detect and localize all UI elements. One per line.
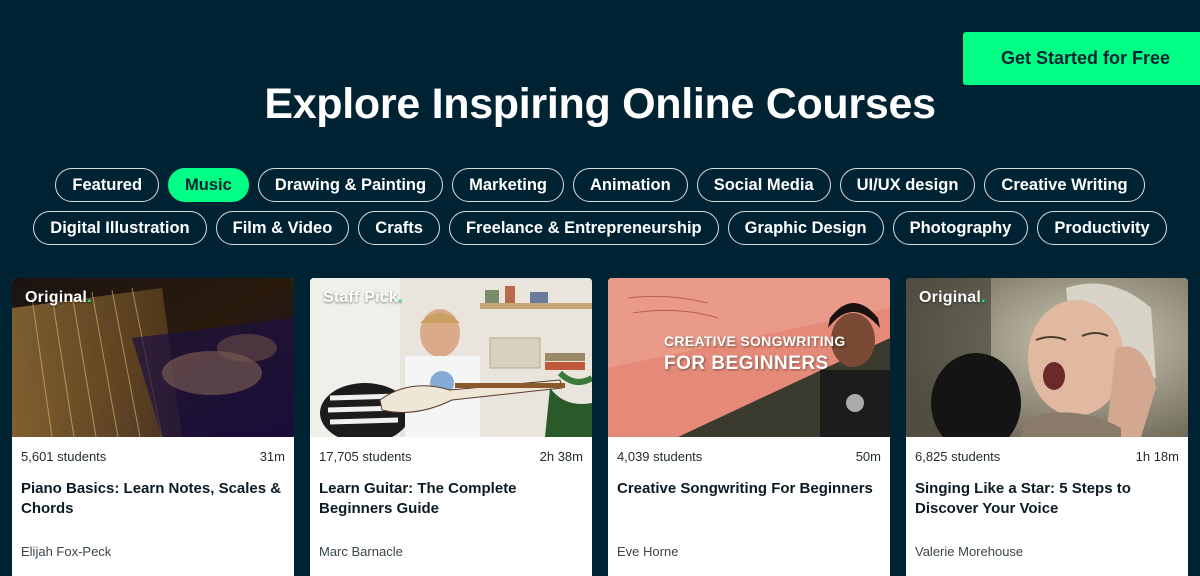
course-card-list: Original. 5,601 students 31m Piano Basic… (12, 278, 1188, 576)
course-meta: 17,705 students 2h 38m (319, 449, 583, 464)
course-thumbnail[interactable]: Original. (12, 278, 294, 437)
course-duration: 2h 38m (539, 449, 583, 464)
course-title[interactable]: Singing Like a Star: 5 Steps to Discover… (915, 479, 1179, 519)
category-chip-ui-ux-design[interactable]: UI/UX design (839, 168, 976, 202)
teacher-name[interactable]: Eve Horne (617, 544, 678, 559)
page-title: Explore Inspiring Online Courses (264, 80, 936, 128)
category-chip-drawing-painting[interactable]: Drawing & Painting (257, 168, 444, 202)
thumbnail-overlay-text: CREATIVE SONGWRITING FOR BEGINNERS (664, 333, 846, 374)
category-chip-photography[interactable]: Photography (892, 211, 1029, 245)
course-duration: 1h 18m (1135, 449, 1179, 464)
get-started-button[interactable]: Get Started for Free (963, 32, 1200, 85)
category-chip-animation[interactable]: Animation (573, 168, 688, 202)
course-card[interactable]: CREATIVE SONGWRITING FOR BEGINNERS 4,039… (608, 278, 890, 576)
category-chip-film-video[interactable]: Film & Video (215, 211, 350, 245)
course-thumbnail[interactable]: Staff Pick. (310, 278, 592, 437)
category-row-1: Featured Music Drawing & Painting Market… (0, 168, 1200, 202)
course-duration: 31m (259, 449, 285, 464)
category-chip-digital-illustration[interactable]: Digital Illustration (33, 211, 207, 245)
student-count: 6,825 students (915, 449, 1001, 464)
student-count: 5,601 students (21, 449, 107, 464)
course-card[interactable]: Original. 5,601 students 31m Piano Basic… (12, 278, 294, 576)
course-thumbnail[interactable]: Original. (906, 278, 1188, 437)
category-row-2: Digital Illustration Film & Video Crafts… (0, 211, 1200, 245)
course-meta: 5,601 students 31m (21, 449, 285, 464)
category-chip-marketing[interactable]: Marketing (452, 168, 565, 202)
course-title[interactable]: Learn Guitar: The Complete Beginners Gui… (319, 479, 583, 519)
category-chip-creative-writing[interactable]: Creative Writing (984, 168, 1145, 202)
category-chip-music[interactable]: Music (168, 168, 249, 202)
student-count: 17,705 students (319, 449, 412, 464)
teacher-name[interactable]: Elijah Fox-Peck (21, 544, 111, 559)
course-title[interactable]: Piano Basics: Learn Notes, Scales & Chor… (21, 479, 285, 519)
course-badge: Original. (919, 289, 986, 306)
category-chip-social-media[interactable]: Social Media (696, 168, 831, 202)
course-thumbnail[interactable]: CREATIVE SONGWRITING FOR BEGINNERS (608, 278, 890, 437)
course-card[interactable]: Original. 6,825 students 1h 18m Singing … (906, 278, 1188, 576)
category-chip-productivity[interactable]: Productivity (1037, 211, 1167, 245)
category-chip-graphic-design[interactable]: Graphic Design (727, 211, 884, 245)
course-title[interactable]: Creative Songwriting For Beginners (617, 479, 881, 499)
course-badge: Staff Pick. (323, 289, 403, 306)
teacher-name[interactable]: Marc Barnacle (319, 544, 403, 559)
page: Get Started for Free Explore Inspiring O… (0, 0, 1200, 576)
teacher-name[interactable]: Valerie Morehouse (915, 544, 1023, 559)
category-chip-freelance[interactable]: Freelance & Entrepreneurship (448, 211, 719, 245)
student-count: 4,039 students (617, 449, 703, 464)
course-meta: 4,039 students 50m (617, 449, 881, 464)
category-chip-featured[interactable]: Featured (55, 168, 160, 202)
course-badge: Original. (25, 289, 92, 306)
course-card[interactable]: Staff Pick. 17,705 students 2h 38m Learn… (310, 278, 592, 576)
category-chip-crafts[interactable]: Crafts (358, 211, 440, 245)
course-meta: 6,825 students 1h 18m (915, 449, 1179, 464)
course-duration: 50m (855, 449, 881, 464)
